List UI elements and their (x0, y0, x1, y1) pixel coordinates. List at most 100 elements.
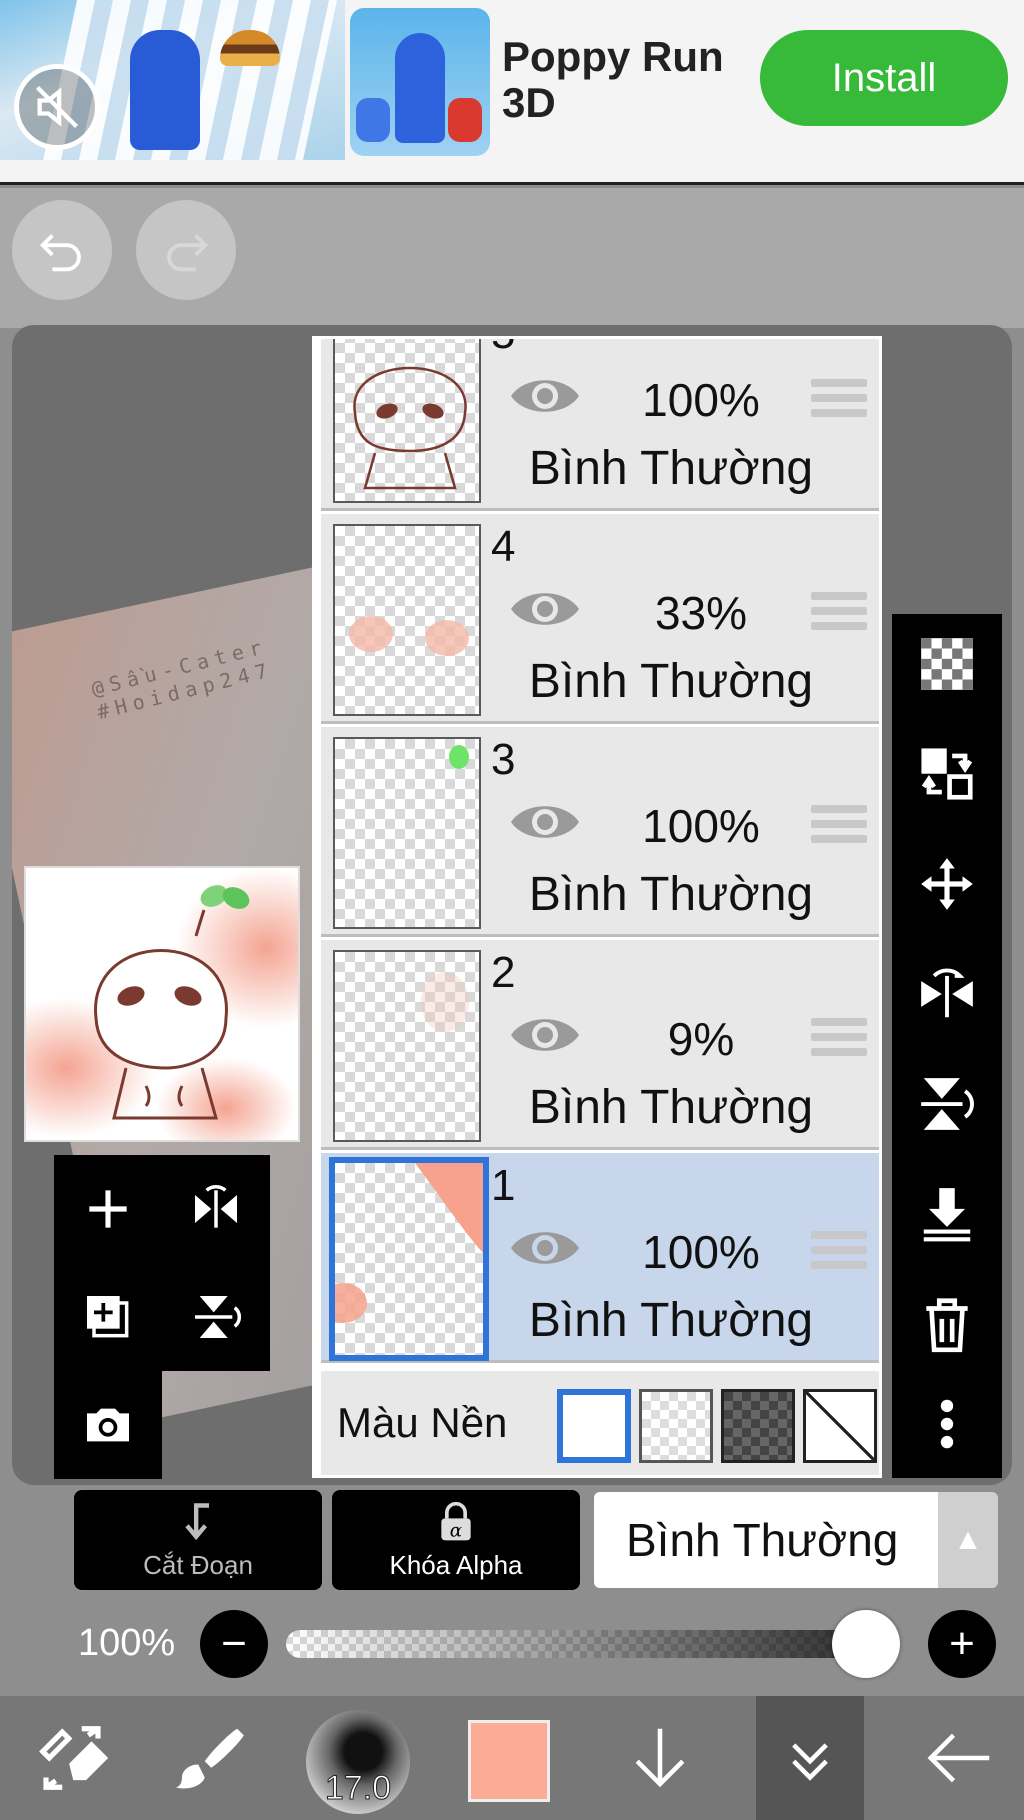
svg-text:α: α (450, 1521, 463, 1542)
layer-row-3[interactable]: 3 100% Bình Thường (321, 727, 879, 937)
layer-opacity: 33% (654, 587, 748, 639)
opacity-increase-button[interactable]: + (928, 1610, 996, 1678)
layer-number: 1 (491, 1161, 516, 1210)
flip-horizontal-icon (921, 968, 973, 1018)
arrow-left-icon (927, 1733, 990, 1783)
move-button[interactable] (892, 834, 1002, 934)
blend-mode-dropdown-arrow-icon[interactable]: ▲ (938, 1492, 998, 1588)
arrow-down-icon (635, 1728, 685, 1788)
alpha-lock-button[interactable]: α Khóa Alpha (332, 1490, 580, 1590)
tool-switch-button[interactable] (12, 1696, 132, 1820)
layer-number: 5 (491, 339, 515, 359)
drag-handle-icon[interactable] (811, 1231, 867, 1277)
alpha-lock-label: Khóa Alpha (389, 1550, 523, 1580)
drag-handle-icon[interactable] (811, 592, 867, 638)
collapse-panel-button[interactable] (756, 1696, 864, 1820)
layer-thumbnail[interactable] (333, 737, 481, 929)
current-color-swatch[interactable] (468, 1720, 550, 1802)
drag-handle-icon[interactable] (811, 805, 867, 851)
redo-icon (167, 234, 209, 272)
background-none-swatch[interactable] (803, 1389, 877, 1463)
flip-vertical-button[interactable] (892, 1054, 1002, 1154)
background-color-row: Màu Nền (321, 1371, 879, 1475)
trash-icon (926, 1298, 968, 1353)
delete-layer-button[interactable] (892, 1274, 1002, 1374)
opacity-slider-knob[interactable] (832, 1610, 900, 1678)
right-tool-panel (892, 614, 1002, 1478)
flip-horizontal-icon (195, 1185, 237, 1228)
canvas-preview-thumbnail[interactable] (24, 866, 300, 1142)
add-layer-button[interactable] (54, 1155, 162, 1263)
layer-opacity: 100% (642, 374, 760, 426)
eye-icon[interactable] (507, 1223, 583, 1273)
layer-opacity: 100% (642, 800, 760, 852)
clipping-label: Cắt Đoạn (143, 1550, 253, 1580)
brush-size-button[interactable]: 17.0 (306, 1710, 410, 1814)
mute-icon[interactable] (14, 64, 100, 150)
layer-number: 4 (491, 522, 516, 571)
back-button[interactable] (900, 1696, 1020, 1820)
camera-button[interactable] (54, 1371, 162, 1479)
brush-tool-button[interactable] (148, 1696, 268, 1820)
layer-row-4[interactable]: 4 33% Bình Thường (321, 514, 879, 724)
eye-icon[interactable] (507, 584, 583, 634)
ad-banner[interactable]: Poppy Run 3D Install (0, 0, 1024, 185)
merge-down-icon (923, 1188, 971, 1242)
layer-number: 2 (491, 948, 516, 997)
layer-thumbnail[interactable] (333, 524, 481, 716)
ad-title-line1: Poppy Run (502, 33, 724, 80)
move-icon (921, 858, 973, 910)
ad-title[interactable]: Poppy Run 3D (502, 34, 724, 126)
more-vertical-icon (940, 1399, 954, 1449)
clipping-button[interactable]: Cắt Đoạn (74, 1490, 322, 1590)
layer-row-5[interactable]: 5 100% Bình Thường (321, 339, 879, 511)
drag-handle-icon[interactable] (811, 1018, 867, 1064)
flip-horizontal-layer-button[interactable] (162, 1155, 270, 1263)
camera-icon (87, 1408, 129, 1442)
eye-icon[interactable] (507, 797, 583, 847)
layer-blend-mode: Bình Thường (528, 442, 814, 495)
layer-number: 3 (491, 735, 516, 784)
layer-row-1[interactable]: 1 100% Bình Thường (321, 1153, 879, 1363)
layers-panel[interactable]: 5 100% Bình Thường 4 33% Bình Thường (312, 336, 882, 1478)
layer-thumbnail[interactable] (333, 339, 481, 503)
opacity-value-label: 100% (78, 1622, 176, 1664)
eye-icon[interactable] (507, 1010, 583, 1060)
swap-layer-icon (921, 748, 973, 800)
transparency-button[interactable] (892, 614, 1002, 714)
merge-down-button[interactable] (892, 1164, 1002, 1264)
opacity-decrease-button[interactable]: − (200, 1610, 268, 1678)
background-color-label: Màu Nền (337, 1399, 508, 1446)
duplicate-layer-button[interactable] (54, 1263, 162, 1371)
flip-horizontal-button[interactable] (892, 944, 1002, 1044)
layer-row-2[interactable]: 2 9% Bình Thường (321, 940, 879, 1150)
flip-vertical-icon (921, 1078, 974, 1130)
ad-title-line2: 3D (502, 79, 556, 126)
more-options-button[interactable] (892, 1374, 1002, 1474)
redo-button[interactable] (136, 200, 236, 300)
double-chevron-down-icon (792, 1743, 828, 1781)
checkerboard-icon (921, 638, 973, 690)
layer-tool-panel (54, 1155, 270, 1479)
layer-thumbnail[interactable] (333, 950, 481, 1142)
flip-vertical-layer-button[interactable] (162, 1263, 270, 1371)
layer-opacity: 9% (667, 1013, 735, 1065)
blend-mode-select[interactable]: Bình Thường (594, 1492, 938, 1588)
layer-down-button[interactable] (600, 1696, 720, 1820)
app-root: Poppy Run 3D Install @Sầu-Cater #Hoidap2… (0, 0, 1024, 1820)
undo-button[interactable] (12, 200, 112, 300)
background-white-swatch[interactable] (557, 1389, 631, 1463)
duplicate-layer-icon (87, 1296, 129, 1338)
eye-icon[interactable] (507, 371, 583, 421)
install-button[interactable]: Install (760, 30, 1008, 126)
brush-size-value: 17.0 (324, 1769, 392, 1808)
ad-app-icon[interactable] (350, 8, 490, 156)
background-transparent-light-swatch[interactable] (639, 1389, 713, 1463)
layer-blend-mode: Bình Thường (528, 1081, 814, 1134)
drag-handle-icon[interactable] (811, 379, 867, 425)
flip-vertical-icon (195, 1296, 242, 1338)
background-transparent-dark-swatch[interactable] (721, 1389, 795, 1463)
swap-layer-button[interactable] (892, 724, 1002, 824)
layer-thumbnail[interactable] (329, 1157, 489, 1361)
opacity-slider-track[interactable] (286, 1630, 890, 1658)
